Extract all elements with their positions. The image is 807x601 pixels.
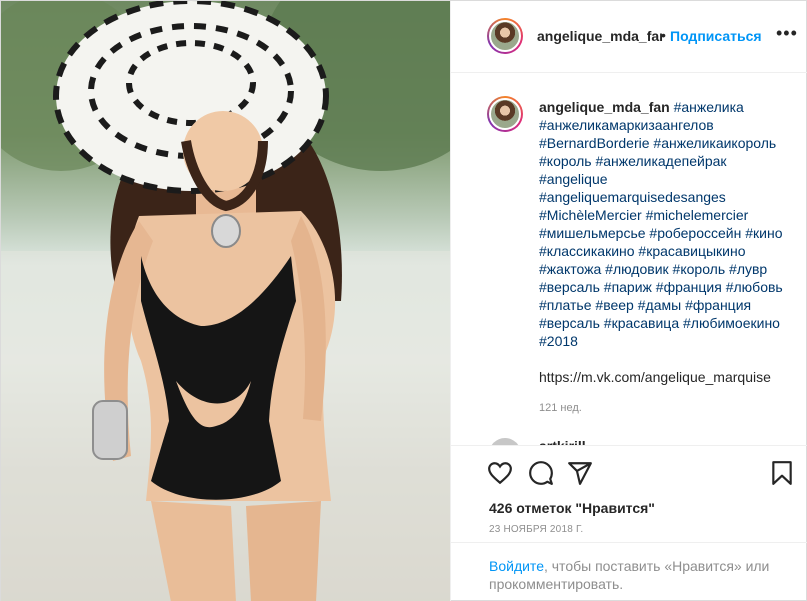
paper-plane-icon[interactable] xyxy=(567,460,593,486)
hashtag-link[interactable]: #робероссейн xyxy=(649,225,741,241)
hashtag-link[interactable]: #angeliquemarquisedesanges xyxy=(539,189,726,205)
separator-dot: • xyxy=(661,27,666,43)
hashtag-link[interactable]: #дамы xyxy=(638,297,681,313)
hashtag-link[interactable]: #король xyxy=(673,261,726,277)
comment-icon[interactable] xyxy=(528,460,554,486)
post-date[interactable]: 23 НОЯБРЯ 2018 Г. xyxy=(489,524,583,535)
caption-timestamp[interactable]: 121 нед. xyxy=(539,402,582,414)
hashtag-link[interactable]: #жактожа xyxy=(539,261,601,277)
post-caption: angelique_mda_fan #анжелика #анжеликамар… xyxy=(539,98,791,386)
hashtag-link[interactable]: #любимоекино xyxy=(683,315,780,331)
hashtag-link[interactable]: #франция xyxy=(656,279,722,295)
hashtag-link[interactable]: #BernardBorderie xyxy=(539,135,650,151)
login-link[interactable]: Войдите xyxy=(489,558,544,574)
hashtag-link[interactable]: #мишельмерсье xyxy=(539,225,646,241)
hashtag-link[interactable]: #король xyxy=(539,153,592,169)
bookmark-icon[interactable] xyxy=(769,460,795,486)
heart-icon[interactable] xyxy=(487,460,513,486)
hashtag-link[interactable]: #любовь xyxy=(726,279,783,295)
photo-illustration xyxy=(1,1,450,601)
hashtag-link[interactable]: #michelemercier xyxy=(646,207,749,223)
post-actions: 426 отметок "Нравится" 23 НОЯБРЯ 2018 Г.… xyxy=(451,445,807,601)
instagram-post: angelique_mda_fan • Подписаться ••• ange… xyxy=(0,0,807,601)
post-side-panel: angelique_mda_fan • Подписаться ••• ange… xyxy=(450,1,807,601)
follow-button[interactable]: Подписаться xyxy=(670,28,762,44)
hashtag-link[interactable]: #платье xyxy=(539,297,592,313)
hashtag-list: #анжелика #анжеликамаркизаангелов #Berna… xyxy=(539,99,783,349)
login-prompt: Войдите, чтобы поставить «Нравится» или … xyxy=(451,542,807,593)
post-photo[interactable] xyxy=(1,1,450,601)
hashtag-link[interactable]: #кино xyxy=(745,225,782,241)
hashtag-link[interactable]: #людовик xyxy=(605,261,669,277)
post-header: angelique_mda_fan • Подписаться ••• xyxy=(451,1,807,73)
author-username[interactable]: angelique_mda_fan xyxy=(537,28,663,44)
caption-avatar[interactable] xyxy=(487,96,523,132)
hashtag-link[interactable]: #версаль xyxy=(539,279,600,295)
hashtag-link[interactable]: #классикакино xyxy=(539,243,635,259)
hashtag-link[interactable]: #2018 xyxy=(539,333,578,349)
external-link[interactable]: https://m.vk.com/angelique_marquise xyxy=(539,368,791,386)
hashtag-link[interactable]: #веер xyxy=(595,297,633,313)
commenter-username[interactable]: artkirill xyxy=(539,438,586,445)
hashtag-link[interactable]: #красавицыкино xyxy=(638,243,745,259)
hashtag-link[interactable]: #анжелика xyxy=(674,99,744,115)
more-options-icon[interactable]: ••• xyxy=(776,24,798,42)
hashtag-link[interactable]: #лувр xyxy=(729,261,767,277)
hashtag-link[interactable]: #анжеликамаркизаангелов xyxy=(539,117,714,133)
hashtag-link[interactable]: #франция xyxy=(685,297,751,313)
hashtag-link[interactable]: #красавица xyxy=(604,315,679,331)
hashtag-link[interactable]: #анжеликадепейрак xyxy=(595,153,726,169)
caption-username[interactable]: angelique_mda_fan xyxy=(539,99,670,115)
author-avatar[interactable] xyxy=(487,18,523,54)
hashtag-link[interactable]: #париж xyxy=(604,279,652,295)
hashtag-link[interactable]: #версаль xyxy=(539,315,600,331)
hashtag-link[interactable]: #angelique xyxy=(539,171,608,187)
hashtag-link[interactable]: #анжеликаикороль xyxy=(653,135,776,151)
commenter-avatar[interactable] xyxy=(489,438,521,445)
hashtag-link[interactable]: #MichèleMercier xyxy=(539,207,642,223)
likes-count[interactable]: 426 отметок "Нравится" xyxy=(489,500,655,516)
comments-section[interactable]: angelique_mda_fan #анжелика #анжеликамар… xyxy=(451,74,807,445)
